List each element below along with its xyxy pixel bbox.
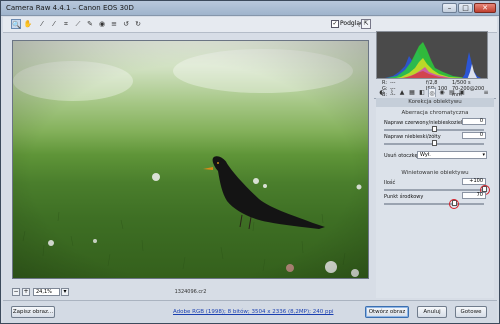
maximize-button[interactable]: □ [458, 3, 473, 13]
preview-bottom-bar: − + 24,1% ▾ 1324096.cr2 [12, 288, 369, 298]
rotate-right-icon[interactable]: ↻ [133, 19, 143, 29]
image-preview[interactable] [12, 40, 369, 279]
vignette-amount-label: Ilość [384, 180, 396, 186]
vignette-amount-slider[interactable] [384, 186, 487, 192]
tab-detail-icon[interactable]: ▲ [398, 88, 406, 97]
preview-toggle[interactable]: ✓ Podgląd [331, 19, 364, 29]
vignette-midpoint-label: Punkt środkowy [384, 194, 424, 200]
window-title: Camera Raw 4.4.1 – Canon EOS 30D [6, 4, 134, 12]
defringe-select-value: Wył. [420, 152, 431, 158]
tab-basic-icon[interactable]: ◐ [378, 88, 386, 97]
hand-tool-icon[interactable]: ✋ [23, 19, 33, 29]
red-cyan-slider-thumb[interactable] [431, 126, 437, 132]
close-button[interactable]: ✕ [474, 3, 496, 13]
midpoint-highlight-ring [449, 199, 459, 209]
rotate-left-icon[interactable]: ↺ [121, 19, 131, 29]
vignette-midpoint-slider[interactable] [384, 200, 484, 206]
retouch-tool-icon[interactable]: ✎ [85, 19, 95, 29]
chromatic-aberration-title: Aberracja chromatyczna [401, 110, 469, 116]
open-image-button[interactable]: Otwórz obraz [365, 306, 409, 318]
tab-hsl-icon[interactable]: ▦ [408, 88, 416, 97]
blue-yellow-slider-thumb[interactable] [431, 140, 437, 146]
done-button[interactable]: Gotowe [455, 306, 487, 318]
preview-checkbox[interactable]: ✓ [331, 19, 339, 28]
workflow-options-link[interactable]: Adobe RGB (1998); 8 bitów; 3504 x 2336 (… [173, 309, 333, 315]
defringe-select[interactable]: Wył. ▾ [417, 151, 487, 159]
red-cyan-value[interactable]: 0 [462, 118, 486, 125]
color-sampler-tool-icon[interactable]: ⁄ [49, 19, 59, 29]
defringe-label: Usuń otoczkę: [384, 153, 420, 159]
vignette-midpoint-value[interactable]: 70 [462, 192, 486, 199]
panel-menu-icon[interactable]: ≡ [482, 88, 490, 97]
red-eye-tool-icon[interactable]: ◉ [97, 19, 107, 29]
histogram [376, 31, 488, 79]
white-balance-tool-icon[interactable]: ⁄ [37, 19, 47, 29]
chevron-down-icon: ▾ [482, 152, 485, 158]
camera-raw-window: Camera Raw 4.4.1 – Canon EOS 30D – □ ✕ 🔍… [0, 0, 500, 324]
title-bar: Camera Raw 4.4.1 – Canon EOS 30D – □ ✕ [1, 1, 499, 16]
blue-yellow-slider[interactable] [384, 140, 484, 146]
photo-content [13, 41, 368, 278]
tab-camera-calibration-icon[interactable]: ◉ [438, 88, 446, 97]
tab-lens-corrections-icon[interactable]: ◎ [428, 88, 436, 97]
footer-bar: Zapisz obraz... Adobe RGB (1998); 8 bitó… [3, 300, 497, 323]
tab-snapshots-icon[interactable]: ▣ [458, 88, 466, 97]
tab-split-toning-icon[interactable]: ◧ [418, 88, 426, 97]
zoom-tool-icon[interactable]: 🔍 [11, 19, 21, 29]
red-cyan-label: Napraw czerwony/niebieskozielony [384, 120, 472, 126]
crop-tool-icon[interactable]: ⌗ [61, 19, 71, 29]
lens-corrections-panel: Korekcja obiektywu Aberracja chromatyczn… [376, 98, 494, 298]
cancel-button[interactable]: Anuluj [417, 306, 447, 318]
panel-title: Korekcja obiektywu [376, 98, 494, 107]
red-cyan-slider[interactable] [384, 126, 484, 132]
minimize-button[interactable]: – [442, 3, 457, 13]
tab-presets-icon[interactable]: ▤ [448, 88, 456, 97]
blue-yellow-value[interactable]: 0 [462, 132, 486, 139]
histogram-graph [385, 42, 481, 78]
save-image-button[interactable]: Zapisz obraz... [11, 306, 55, 318]
file-name: 1324096.cr2 [174, 289, 207, 295]
preferences-icon[interactable]: ≡ [109, 19, 119, 29]
fullscreen-icon[interactable]: ⇱ [361, 19, 371, 29]
tab-tone-curve-icon[interactable]: ⌇ [388, 88, 396, 97]
straighten-tool-icon[interactable]: ⟋ [73, 19, 83, 29]
vignetting-title: Winietowanie obiektywu [401, 170, 469, 176]
vignette-amount-value[interactable]: +100 [462, 178, 486, 185]
